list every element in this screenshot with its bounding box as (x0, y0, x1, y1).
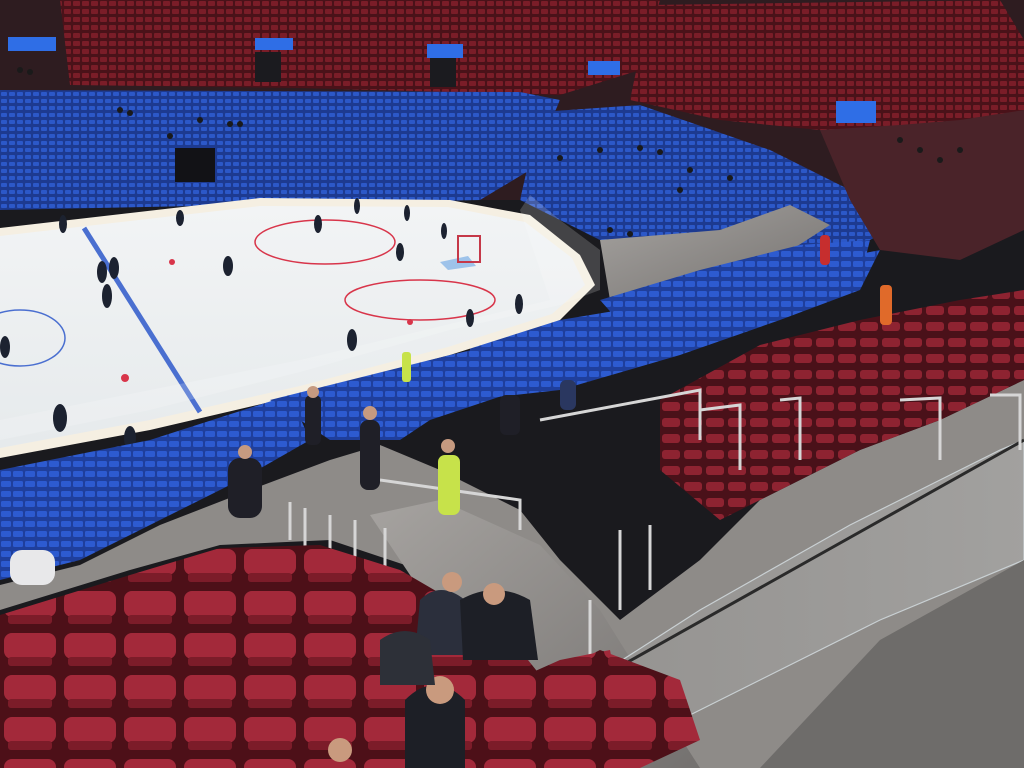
far-portal-left (175, 148, 215, 182)
arena-scene (0, 0, 1024, 768)
video-screen-5 (836, 101, 876, 123)
far-blue-seating (0, 90, 560, 210)
video-screen-4 (588, 61, 620, 75)
video-screen-1 (8, 37, 56, 51)
far-portal-mid (430, 55, 456, 87)
video-screen-2 (255, 38, 293, 50)
far-portal-right (255, 52, 281, 82)
far-upper-red-seating (60, 0, 660, 95)
faceoff-dot-1 (121, 374, 129, 382)
faceoff-dot-2 (169, 259, 175, 265)
video-screen-3 (427, 44, 463, 58)
faceoff-dot-3 (407, 319, 413, 325)
